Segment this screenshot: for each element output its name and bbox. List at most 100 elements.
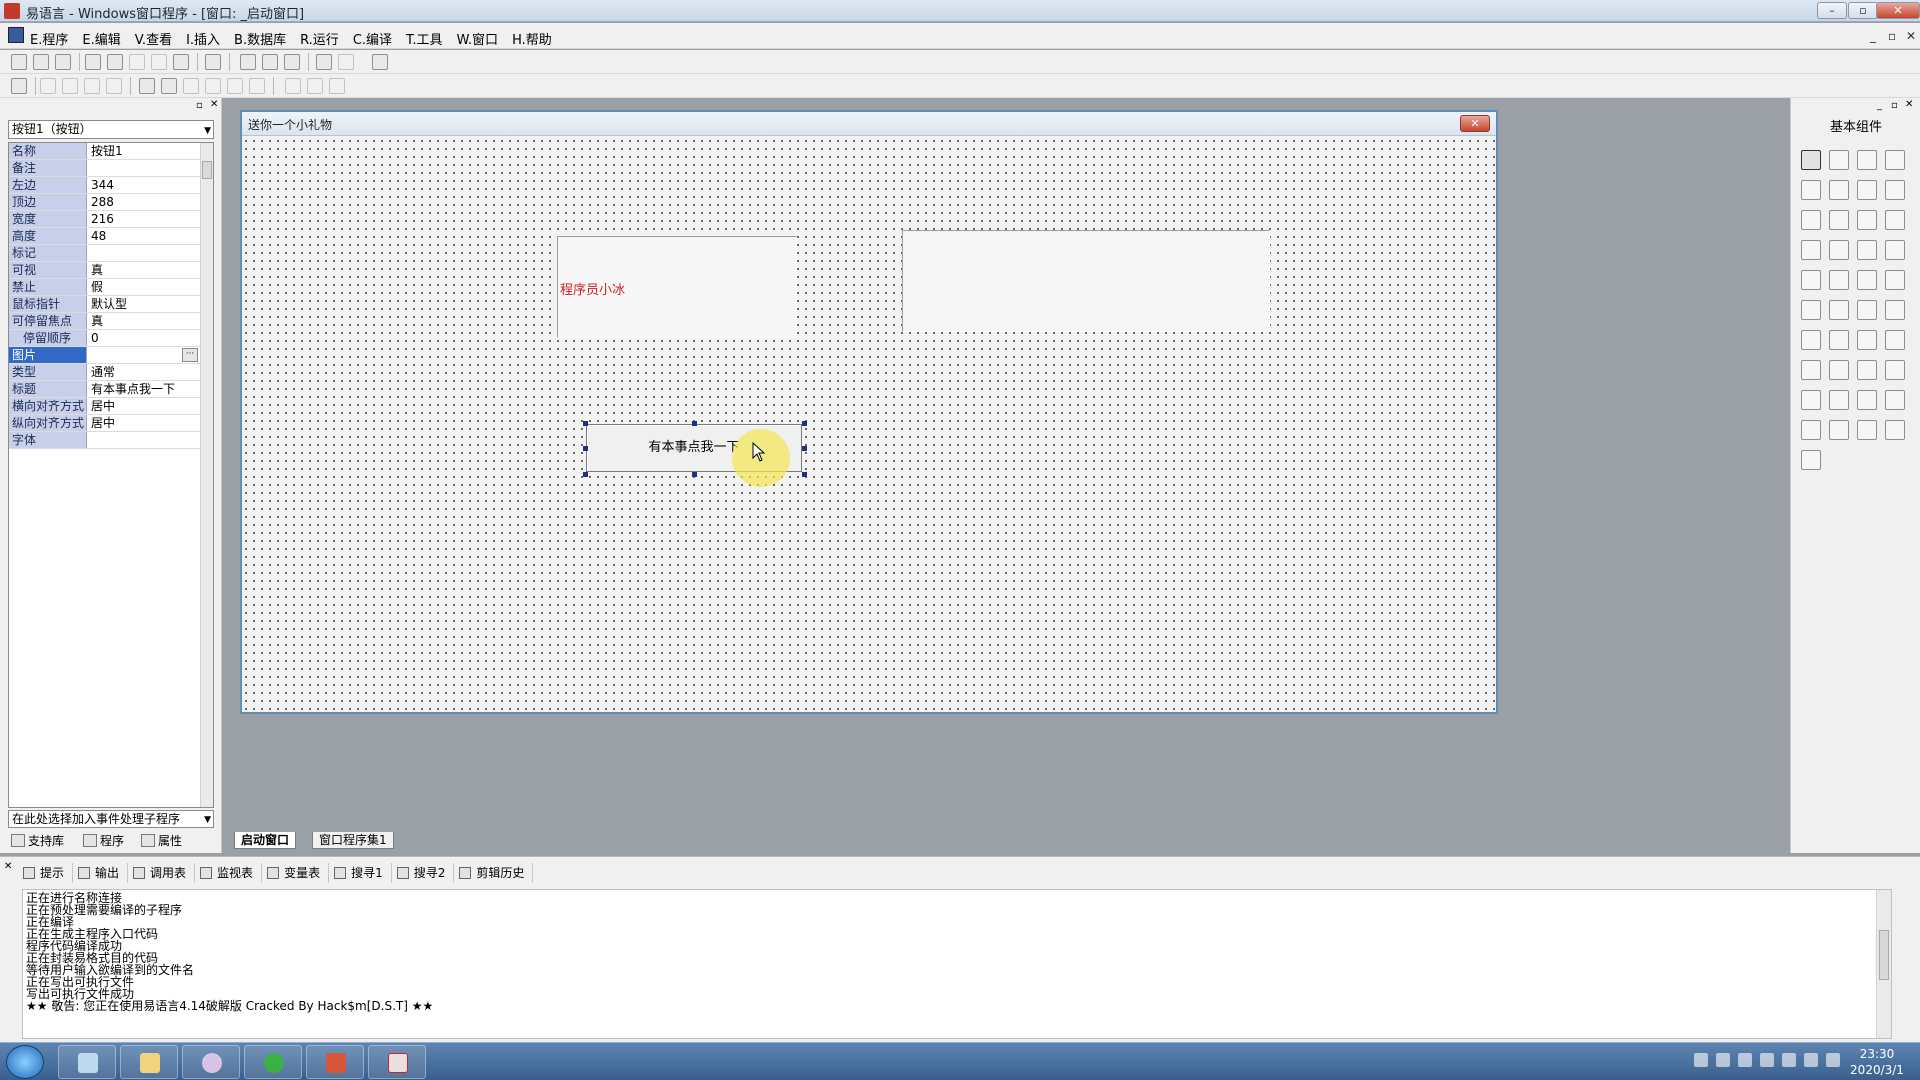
timer-tool-icon[interactable] bbox=[1801, 360, 1821, 380]
resize-handle[interactable] bbox=[583, 472, 588, 477]
tab-window-assembly[interactable]: 窗口程序集1 bbox=[312, 832, 394, 849]
split-tool-icon[interactable] bbox=[1857, 330, 1877, 350]
grid-tool-icon[interactable] bbox=[1801, 330, 1821, 350]
mdi-minimize-button[interactable]: _ bbox=[1870, 29, 1876, 43]
serial-tool-icon[interactable] bbox=[1857, 390, 1877, 410]
toolbox-close-icon[interactable]: ✕ bbox=[1905, 99, 1913, 110]
checkbox-tool-icon[interactable] bbox=[1801, 210, 1821, 230]
tab-support-library[interactable]: 支持库 bbox=[8, 832, 64, 850]
object-selector[interactable]: 按钮1（按钮） ▼ bbox=[8, 120, 214, 139]
property-grid[interactable]: 名称 按钮1 备注 左边 344 顶边 288 宽度 216 高度 48 标记 可视真 禁… bbox=[8, 142, 214, 808]
table-tool-icon[interactable] bbox=[1801, 300, 1821, 320]
center-h-icon[interactable] bbox=[139, 78, 155, 94]
taskbar-app-clock[interactable] bbox=[182, 1045, 240, 1079]
tray-app-icon[interactable] bbox=[1694, 1053, 1708, 1067]
pointer-tool-icon[interactable] bbox=[1801, 150, 1821, 170]
taskbar-app-explorer[interactable] bbox=[120, 1045, 178, 1079]
menu-program[interactable]: E.程序 bbox=[30, 29, 68, 48]
stop-icon[interactable] bbox=[338, 54, 354, 70]
align-top-icon[interactable] bbox=[84, 78, 100, 94]
taskbar-app-archive[interactable] bbox=[306, 1045, 364, 1079]
menu-window[interactable]: W.窗口 bbox=[457, 29, 499, 48]
same-height-icon[interactable] bbox=[249, 78, 265, 94]
property-row[interactable]: 备注 bbox=[9, 160, 201, 177]
resize-handle[interactable] bbox=[583, 421, 588, 426]
user-tool-icon[interactable] bbox=[1829, 330, 1849, 350]
align-bottom-icon[interactable] bbox=[106, 78, 122, 94]
property-row[interactable]: 标记 bbox=[9, 245, 201, 262]
resize-handle[interactable] bbox=[583, 446, 588, 451]
gif-tool-icon[interactable] bbox=[1857, 300, 1877, 320]
volume-icon[interactable] bbox=[1826, 1053, 1840, 1067]
space-h-icon[interactable] bbox=[183, 78, 199, 94]
property-value[interactable]: 48 bbox=[89, 228, 199, 244]
menu-compile[interactable]: C.编译 bbox=[353, 29, 392, 48]
menu-insert[interactable]: I.插入 bbox=[186, 29, 220, 48]
tray-battery-icon[interactable] bbox=[1716, 1053, 1730, 1067]
start-button[interactable] bbox=[6, 1045, 44, 1079]
property-value[interactable]: 有本事点我一下 bbox=[89, 381, 199, 397]
window-tool-icon[interactable] bbox=[1885, 330, 1905, 350]
menu-view[interactable]: V.查看 bbox=[135, 29, 172, 48]
tray-device-icon[interactable] bbox=[1782, 1053, 1796, 1067]
center-v-icon[interactable] bbox=[161, 78, 177, 94]
property-value[interactable] bbox=[89, 160, 199, 176]
resize-handle[interactable] bbox=[692, 472, 697, 477]
mdi-restore-button[interactable]: ▫ bbox=[1888, 29, 1896, 43]
output-text[interactable]: 正在进行名称连接 正在预处理需要编译的子程序 正在编译 正在生成主程序入口代码 … bbox=[22, 889, 1892, 1039]
property-row[interactable]: 类型 通常 bbox=[9, 364, 201, 381]
paste-icon[interactable] bbox=[129, 54, 145, 70]
menu-tools[interactable]: T.工具 bbox=[406, 29, 443, 48]
tab-watch[interactable]: 监视表 bbox=[195, 863, 263, 883]
size-v-icon[interactable] bbox=[307, 78, 323, 94]
list-tool-icon[interactable] bbox=[1885, 210, 1905, 230]
layout-1-icon[interactable] bbox=[240, 54, 256, 70]
odbc2-tool-icon[interactable] bbox=[1801, 450, 1821, 470]
open-folder-icon[interactable] bbox=[33, 54, 49, 70]
radio-tool-icon[interactable] bbox=[1829, 210, 1849, 230]
toolbox-minimize-icon[interactable]: _ bbox=[1877, 100, 1882, 111]
label-tool-icon[interactable] bbox=[1829, 150, 1849, 170]
property-row[interactable]: 可停留焦点真 bbox=[9, 313, 201, 330]
property-row[interactable]: 标题 有本事点我一下 bbox=[9, 381, 201, 398]
property-row[interactable]: 纵向对齐方式 居中 bbox=[9, 415, 201, 432]
debug-icon[interactable] bbox=[372, 54, 388, 70]
tab-call-stack[interactable]: 调用表 bbox=[128, 863, 196, 883]
scrollbar-thumb[interactable] bbox=[202, 161, 212, 179]
output-scrollbar[interactable] bbox=[1876, 890, 1891, 1038]
property-row[interactable]: 可视真 bbox=[9, 262, 201, 279]
frame-tool-icon[interactable] bbox=[1829, 300, 1849, 320]
db-tool-icon[interactable] bbox=[1801, 420, 1821, 440]
property-value[interactable]: 真 bbox=[89, 262, 199, 278]
hscroll-tool-icon[interactable] bbox=[1829, 240, 1849, 260]
space-v-icon[interactable] bbox=[205, 78, 221, 94]
property-value[interactable]: 288 bbox=[89, 194, 199, 210]
grid-icon[interactable] bbox=[11, 78, 27, 94]
save-icon[interactable] bbox=[55, 54, 71, 70]
tab-search1[interactable]: 搜寻1 bbox=[329, 863, 392, 883]
property-value[interactable]: 通常 bbox=[89, 364, 199, 380]
network-tool-icon[interactable] bbox=[1801, 390, 1821, 410]
property-value[interactable]: 344 bbox=[89, 177, 199, 193]
property-value[interactable]: 真 bbox=[89, 313, 199, 329]
property-row-selected[interactable]: 图片 ··· bbox=[9, 347, 201, 364]
property-row[interactable]: 停留顺序 0 bbox=[9, 330, 201, 347]
cut-icon[interactable] bbox=[85, 54, 101, 70]
property-value[interactable]: 默认型 bbox=[89, 296, 199, 312]
menu-database[interactable]: B.数据库 bbox=[234, 29, 286, 48]
property-row[interactable]: 禁止假 bbox=[9, 279, 201, 296]
pin-icon[interactable]: ▫ bbox=[196, 100, 203, 111]
printer-tool-icon[interactable] bbox=[1829, 360, 1849, 380]
align-left-icon[interactable] bbox=[40, 78, 56, 94]
align-right-icon[interactable] bbox=[62, 78, 78, 94]
tab-variables[interactable]: 变量表 bbox=[262, 863, 330, 883]
dde-tool-icon[interactable] bbox=[1885, 390, 1905, 410]
toolbox-pin-icon[interactable]: ▫ bbox=[1891, 100, 1898, 111]
layout-3-icon[interactable] bbox=[284, 54, 300, 70]
listbox-tool-icon[interactable] bbox=[1801, 240, 1821, 260]
tray-update-icon[interactable] bbox=[1738, 1053, 1752, 1067]
panel-close-icon[interactable]: ✕ bbox=[210, 99, 218, 110]
layout-2-icon[interactable] bbox=[262, 54, 278, 70]
find-icon[interactable] bbox=[205, 54, 221, 70]
vscroll-tool-icon[interactable] bbox=[1857, 240, 1877, 260]
